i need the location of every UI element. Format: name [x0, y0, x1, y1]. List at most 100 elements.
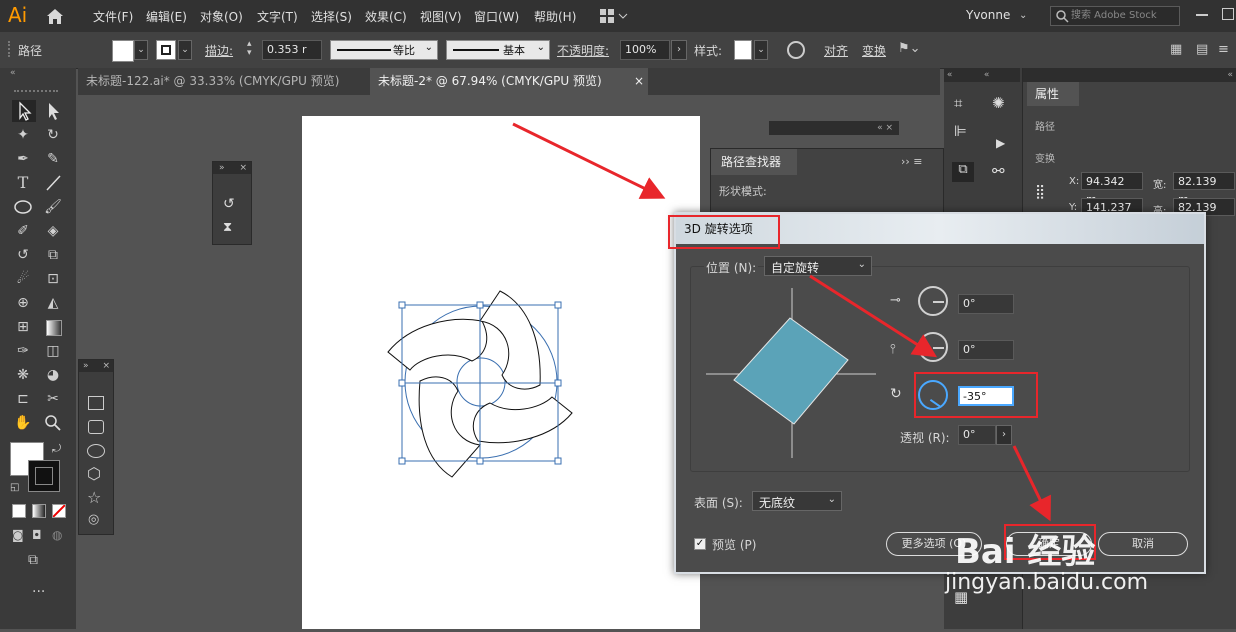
collapse-icon[interactable]: «: [10, 68, 16, 78]
type-tool-icon[interactable]: T: [12, 172, 34, 194]
surface-select[interactable]: 无底纹 ⌄: [752, 491, 842, 511]
ellipse-shape-icon[interactable]: [87, 444, 105, 458]
ellipse-tool-icon[interactable]: [12, 196, 34, 218]
more-tools-icon[interactable]: ···: [32, 584, 45, 600]
pen-tool-icon[interactable]: ✒: [12, 148, 34, 170]
gradient-tool-icon[interactable]: [42, 316, 64, 338]
hand-tool-icon[interactable]: ✋: [12, 412, 34, 434]
perspective-input[interactable]: 0°: [958, 425, 996, 445]
rectangle-tool-icon[interactable]: [88, 396, 104, 410]
perspective-grid-icon[interactable]: ◭: [42, 292, 64, 314]
draw-inside-icon[interactable]: ◍: [52, 528, 62, 542]
menu-select[interactable]: 选择(S): [311, 8, 352, 25]
scale-tool-icon[interactable]: ⧉: [42, 244, 64, 266]
rotation-preview-cube[interactable]: [706, 288, 876, 458]
opacity-arrow-icon[interactable]: ›: [671, 40, 687, 60]
stroke-label[interactable]: 描边:: [205, 42, 233, 59]
direct-selection-icon[interactable]: [42, 100, 64, 122]
curvature-icon[interactable]: ✎: [42, 148, 64, 170]
paintbrush-icon[interactable]: 🖌: [42, 196, 64, 218]
chevron-down-icon[interactable]: ⌄: [1019, 10, 1027, 21]
line-tool-icon[interactable]: [42, 172, 64, 194]
tab-pathfinder[interactable]: 路径查找器: [711, 149, 797, 175]
w-field[interactable]: 82.139 m: [1173, 172, 1235, 206]
shape-builder-icon[interactable]: ⊕: [12, 292, 34, 314]
menu-object[interactable]: 对象(O): [200, 8, 243, 25]
opacity-input[interactable]: 100%: [620, 40, 670, 60]
eraser-icon[interactable]: ◈: [42, 220, 64, 242]
draw-normal-icon[interactable]: ◙: [12, 528, 24, 542]
selected-artwork[interactable]: [380, 285, 580, 485]
draw-behind-icon[interactable]: ◘: [32, 528, 42, 542]
rounded-rect-tool-icon[interactable]: [88, 420, 104, 434]
menu-edit[interactable]: 编辑(E): [146, 8, 187, 25]
close-icon[interactable]: ×: [634, 68, 644, 95]
arrange-icon[interactable]: ▦: [1170, 42, 1182, 57]
menu-file[interactable]: 文件(F): [93, 8, 133, 25]
eyedropper-icon[interactable]: ✑: [12, 340, 34, 362]
screen-mode-icon[interactable]: ⧉: [28, 552, 38, 568]
free-transform-icon[interactable]: ⊡: [42, 268, 64, 290]
slice-tool-icon[interactable]: ✂: [42, 388, 64, 410]
tab-document-2[interactable]: 未标题-2* @ 67.94% (CMYK/GPU 预览) ×: [370, 68, 648, 95]
dock-icon-actions[interactable]: ▶: [996, 136, 1005, 150]
warp-tool-icon[interactable]: ☄: [12, 268, 34, 290]
tab-document-122[interactable]: 未标题-122.ai* @ 33.33% (CMYK/GPU 预览) ×: [78, 68, 384, 95]
fill-dropdown-icon[interactable]: ⌄: [134, 40, 148, 60]
color-mode-icon[interactable]: [12, 504, 26, 518]
workspace-switcher-icon[interactable]: [600, 8, 628, 24]
stroke-dropdown-icon[interactable]: ⌄: [178, 40, 192, 60]
mesh-tool-icon[interactable]: ⊞: [12, 316, 34, 338]
default-colors-icon[interactable]: ◱: [10, 482, 19, 493]
align-link[interactable]: 对齐: [824, 42, 848, 59]
tab-properties[interactable]: 属性: [1027, 82, 1079, 106]
dock-icon-appearance[interactable]: ✺: [992, 94, 1005, 112]
transform-link[interactable]: 变换: [862, 42, 886, 59]
menu-icon[interactable]: ≡: [1218, 42, 1229, 57]
symbol-sprayer-icon[interactable]: ❋: [12, 364, 34, 386]
preview-checkbox[interactable]: ✓: [694, 538, 706, 550]
menu-effect[interactable]: 效果(C): [365, 8, 407, 25]
position-select[interactable]: 自定旋转 ⌄: [764, 256, 872, 276]
gradient-mode-icon[interactable]: [32, 504, 46, 518]
opacity-label[interactable]: 不透明度:: [557, 42, 609, 59]
menu-help[interactable]: 帮助(H): [534, 8, 576, 25]
y-rotation-dial[interactable]: [918, 332, 948, 362]
magic-wand-icon[interactable]: ✦: [12, 124, 34, 146]
stroke-stepper-icon[interactable]: ▴ ▾: [247, 40, 252, 58]
stroke-weight-input[interactable]: 0.353 r: [262, 40, 322, 60]
reflect-icon[interactable]: ⧗: [223, 220, 232, 235]
none-mode-icon[interactable]: [52, 504, 66, 518]
artboard-tool-icon[interactable]: ⊏: [12, 388, 34, 410]
restore-icon[interactable]: [1222, 8, 1234, 20]
lasso-icon[interactable]: ↻: [42, 124, 64, 146]
x-rotation-input[interactable]: 0°: [958, 294, 1014, 314]
stroke-swatch[interactable]: [156, 40, 176, 60]
dock-icon-align[interactable]: ⊫: [954, 122, 967, 140]
preview-label[interactable]: 预览 (P): [712, 536, 756, 553]
stroke-profile-select[interactable]: 等比 ⌄: [330, 40, 438, 60]
stock-search-input[interactable]: 搜索 Adobe Stock: [1050, 6, 1180, 26]
home-icon[interactable]: [44, 6, 66, 26]
graphic-style-swatch[interactable]: [734, 40, 752, 60]
user-name[interactable]: Yvonne: [966, 8, 1010, 22]
fill-swatch[interactable]: [112, 40, 134, 62]
x-field[interactable]: 94.342 m: [1081, 172, 1143, 206]
menu-view[interactable]: 视图(V): [420, 8, 462, 25]
style-dropdown-icon[interactable]: ⌄: [754, 40, 768, 60]
menu-type[interactable]: 文字(T): [257, 8, 298, 25]
stroke-color-swatch[interactable]: [28, 460, 60, 492]
dock-icon-links[interactable]: ⚯: [992, 162, 1005, 180]
swap-colors-icon[interactable]: ⤾: [52, 442, 61, 456]
polygon-tool-icon[interactable]: ⬡: [87, 464, 101, 483]
brush-select[interactable]: 基本 ⌄: [446, 40, 550, 60]
selection-tool-icon[interactable]: [12, 100, 36, 122]
blend-tool-icon[interactable]: ◫: [42, 340, 64, 362]
y-rotation-input[interactable]: 0°: [958, 340, 1014, 360]
perspective-slider-toggle[interactable]: ›: [996, 425, 1012, 445]
shaper-tool-icon[interactable]: ✐: [12, 220, 34, 242]
cancel-button[interactable]: 取消: [1098, 532, 1188, 556]
star-tool-icon[interactable]: ☆: [87, 488, 101, 507]
rotate-icon[interactable]: ↺: [223, 196, 235, 212]
menu-window[interactable]: 窗口(W): [474, 8, 519, 25]
